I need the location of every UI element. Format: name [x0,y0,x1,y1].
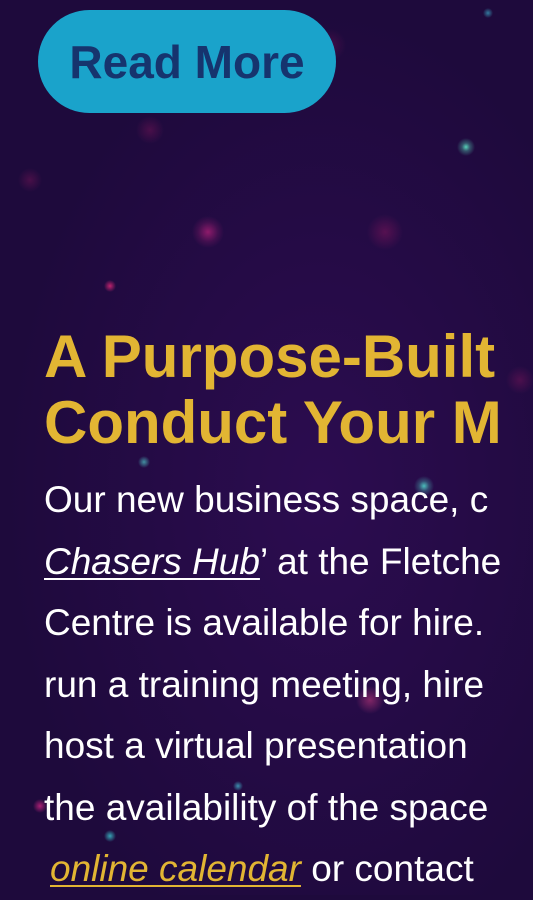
body-line-7-rest: or contact [300,848,474,889]
body-line-2-rest: ’ at the Fletche [259,540,502,582]
body-line-3: Centre is available for hire. [44,602,485,643]
section-body-text: Our new business space, c Chasers Hub’ a… [44,469,533,900]
body-line-1: Our new business space, c [44,479,489,520]
body-line-6: the availability of the space [44,786,489,828]
body-line-2: Chasers Hub’ at the Fletche [44,531,533,593]
section-heading: A Purpose-Built Conduct Your M [44,324,533,456]
body-line-5: host a virtual presentation [44,725,468,766]
chasers-hub-link[interactable]: Chasers Hub [44,541,260,582]
venue-hire-section: A Purpose-Built Conduct Your M Our new b… [44,324,533,900]
body-line-7: online calendar or contact [50,838,533,900]
section-heading-line-2: Conduct Your M [44,389,502,456]
body-line-4: run a training meeting, hire [44,663,485,705]
read-more-button[interactable]: Read More [38,10,336,113]
online-calendar-link[interactable]: online calendar [50,848,301,889]
section-heading-line-1: A Purpose-Built [44,323,496,390]
